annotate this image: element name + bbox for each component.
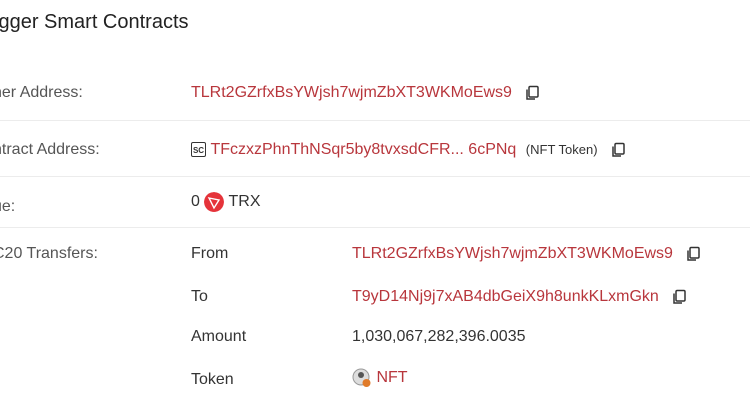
to-row: T9yD14Nj9j7xAB4dbGeiX9h8unkKLxmGkn [352, 288, 687, 306]
value-unit: TRX [228, 193, 261, 211]
owner-address-label: ner Address: [0, 84, 83, 101]
value-label: ue: [0, 198, 16, 215]
amount-label: Amount [191, 328, 247, 345]
smart-contract-badge-icon: SC [191, 142, 206, 158]
copy-icon[interactable] [610, 142, 626, 158]
amount-value: 1,030,067,282,396.0035 [352, 328, 526, 345]
token-row: NFT [352, 368, 408, 388]
copy-icon[interactable] [671, 289, 687, 305]
nft-token-icon [352, 368, 371, 387]
contract-tag: (NFT Token) [525, 142, 598, 157]
value-row: 0 TRX [191, 192, 261, 212]
token-label: Token [191, 371, 234, 388]
contract-address-label: ntract Address: [0, 141, 100, 158]
copy-icon[interactable] [685, 246, 701, 262]
page-title: igger Smart Contracts [0, 11, 189, 33]
transfers-label: C20 Transfers: [0, 245, 98, 262]
to-address-link[interactable]: T9yD14Nj9j7xAB4dbGeiX9h8unkKLxmGkn [352, 288, 659, 305]
copy-icon[interactable] [524, 85, 540, 101]
divider [0, 120, 750, 121]
token-link[interactable]: NFT [376, 369, 407, 386]
contract-address-link[interactable]: TFczxzPhnThNSqr5by8tvxsdCFR... 6cPNq [210, 141, 516, 158]
owner-address-link[interactable]: TLRt2GZrfxBsYWjsh7wjmZbXT3WKMoEws9 [191, 84, 512, 101]
owner-address-row: TLRt2GZrfxBsYWjsh7wjmZbXT3WKMoEws9 [191, 84, 540, 102]
divider [0, 227, 750, 228]
to-label: To [191, 288, 208, 305]
trx-icon [204, 192, 225, 212]
from-label: From [191, 245, 229, 262]
from-address-link[interactable]: TLRt2GZrfxBsYWjsh7wjmZbXT3WKMoEws9 [352, 245, 673, 262]
divider [0, 176, 750, 177]
from-row: TLRt2GZrfxBsYWjsh7wjmZbXT3WKMoEws9 [352, 245, 701, 263]
value-amount: 0 [191, 193, 200, 211]
contract-address-row: SC TFczxzPhnThNSqr5by8tvxsdCFR... 6cPNq … [191, 141, 626, 159]
